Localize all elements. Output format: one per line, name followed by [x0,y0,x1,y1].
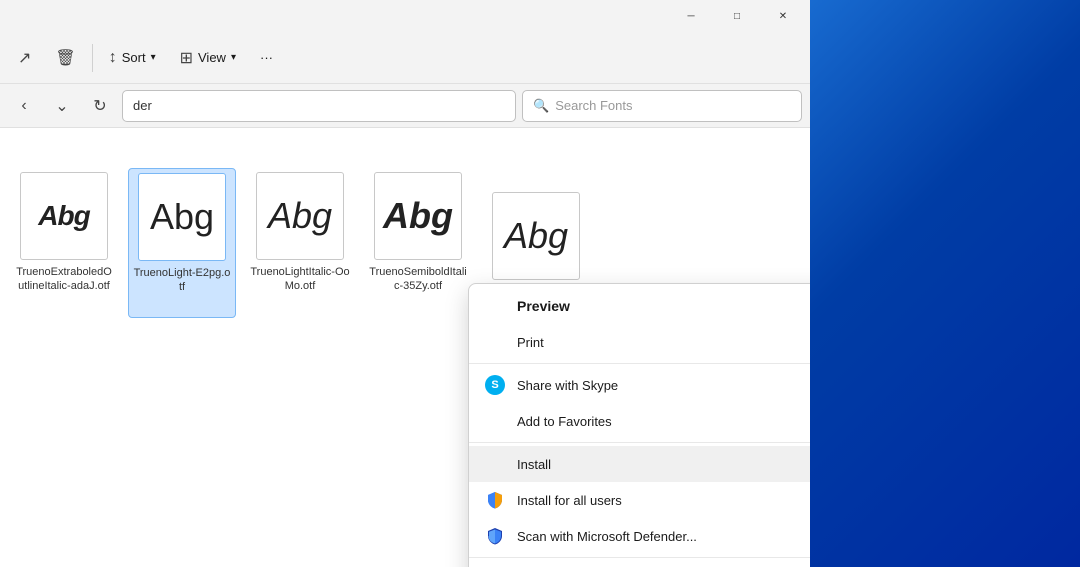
font-preview-4: Abg [374,172,462,260]
font-preview-5: Abg [492,192,580,280]
share-icon: ↗ [18,48,31,68]
view-icon: ⊞ [180,48,193,68]
context-menu-label-share-skype: Share with Skype [517,378,618,393]
context-menu-item-share-skype[interactable]: S Share with Skype [469,367,810,403]
maximize-button[interactable]: □ [714,0,760,32]
toolbar: ↗ 🗑 ↕ Sort ▾ ⊞ View ▾ ··· [0,32,810,84]
delete-icon: 🗑 [55,48,75,68]
favorites-icon [485,411,505,431]
sort-icon: ↕ [109,49,117,67]
delete-button[interactable]: 🗑 [45,42,85,74]
font-preview-1: Abg [20,172,108,260]
list-item[interactable]: Abg TruenoLightItalic-OoMo.otf [246,168,354,318]
context-menu-divider-2 [469,442,810,443]
sort-chevron-icon: ▾ [151,52,156,63]
address-bar[interactable]: der [122,90,516,122]
list-item[interactable]: Abg TruenoSemiboldItalic-35Zy.otf [364,168,472,318]
context-menu-label-install-all: Install for all users [517,493,622,508]
list-item[interactable]: Abg TruenoLight-E2pg.otf [128,168,236,318]
print-icon [485,332,505,352]
context-menu-label-install: Install [517,457,551,472]
address-text: der [133,98,152,113]
main-area: Abg TruenoExtraboledOutlineItalic-adaJ.o… [0,128,810,567]
view-label: View [198,50,226,65]
preview-icon [485,296,505,316]
context-menu-item-install-all[interactable]: Install for all users [469,482,810,518]
back-button[interactable]: ‹ [8,90,40,122]
context-menu-item-print[interactable]: Print [469,324,810,360]
context-menu-divider-1 [469,363,810,364]
title-bar: ─ □ ✕ [0,0,810,32]
font-preview-3: Abg [256,172,344,260]
share-button[interactable]: ↗ [8,42,41,74]
toolbar-separator-1 [92,44,93,72]
search-placeholder: Search Fonts [555,98,632,113]
context-menu-item-scan[interactable]: Scan with Microsoft Defender... [469,518,810,554]
context-menu-label-preview: Preview [517,298,570,314]
view-chevron-icon: ▾ [231,52,236,63]
font-name-3: TruenoLightItalic-OoMo.otf [250,265,350,294]
context-menu-label-scan: Scan with Microsoft Defender... [517,529,697,544]
explorer-window: ─ □ ✕ ↗ 🗑 ↕ Sort ▾ ⊞ View ▾ ··· ‹ ⌄ ↻ [0,0,810,567]
context-menu-item-add-favorites[interactable]: Add to Favorites [469,403,810,439]
context-menu: Preview Print S Share with Skype Add to … [468,283,810,567]
search-bar[interactable]: 🔍 Search Fonts [522,90,802,122]
title-bar-buttons: ─ □ ✕ [668,0,806,32]
sort-label: Sort [122,50,146,65]
font-name-4: TruenoSemiboldItalic-35Zy.otf [368,265,468,294]
context-menu-label-print: Print [517,335,544,350]
uac-shield-icon [485,490,505,510]
defender-icon [485,526,505,546]
dropdown-button[interactable]: ⌄ [46,90,78,122]
more-label: ··· [260,50,273,65]
font-name-1: TruenoExtraboledOutlineItalic-adaJ.otf [14,265,114,294]
search-icon: 🔍 [533,98,549,114]
minimize-button[interactable]: ─ [668,0,714,32]
context-menu-item-preview[interactable]: Preview [469,288,810,324]
more-button[interactable]: ··· [250,44,283,71]
context-menu-item-open-with[interactable]: Open with... [469,561,810,567]
close-button[interactable]: ✕ [760,0,806,32]
skype-icon: S [485,375,505,395]
list-item[interactable]: Abg TruenoExtraboledOutlineItalic-adaJ.o… [10,168,118,318]
context-menu-label-add-favorites: Add to Favorites [517,414,612,429]
font-name-2: TruenoLight-E2pg.otf [133,266,231,295]
view-button[interactable]: ⊞ View ▾ [170,42,246,74]
install-icon [485,454,505,474]
font-preview-2: Abg [138,173,226,261]
context-menu-item-install[interactable]: Install [469,446,810,482]
addressbar-row: ‹ ⌄ ↻ der 🔍 Search Fonts [0,84,810,128]
desktop-background [780,0,1080,567]
refresh-button[interactable]: ↻ [84,90,116,122]
context-menu-divider-3 [469,557,810,558]
sort-button[interactable]: ↕ Sort ▾ [99,43,166,73]
